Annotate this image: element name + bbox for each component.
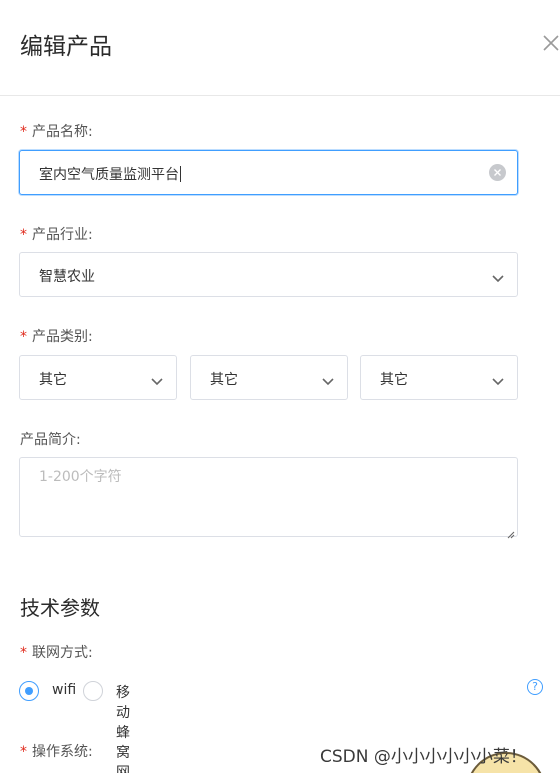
tech-section-title: 技术参数: [20, 596, 100, 620]
intro-label: 产品简介:: [20, 432, 81, 448]
category-label: * 产品类别:: [20, 326, 93, 346]
required-mark: *: [20, 124, 27, 140]
network-label-text: 联网方式:: [32, 645, 93, 661]
required-mark: *: [20, 329, 27, 345]
radio-wifi-label[interactable]: wifi: [52, 682, 76, 698]
intro-placeholder: 1-200个字符: [39, 469, 122, 485]
required-mark: *: [20, 645, 27, 661]
dialog-header: 编辑产品: [0, 0, 560, 96]
os-label-text: 操作系统:: [32, 744, 93, 760]
category-select-3[interactable]: 其它: [360, 355, 518, 400]
chevron-down-icon: [491, 372, 505, 386]
network-label: * 联网方式:: [20, 642, 93, 662]
product-name-label: * 产品名称:: [20, 121, 93, 141]
resize-handle-icon[interactable]: [505, 524, 515, 539]
product-name-value: 室内空气质量监测平台: [39, 164, 181, 184]
category-value-3: 其它: [380, 372, 408, 388]
product-name-input[interactable]: 室内空气质量监测平台: [19, 150, 518, 195]
chevron-down-icon: [491, 269, 505, 283]
category-value-2: 其它: [210, 372, 238, 388]
category-select-1[interactable]: 其它: [19, 355, 177, 400]
os-label: * 操作系统:: [20, 741, 93, 761]
help-icon[interactable]: ?: [527, 679, 543, 695]
radio-cellular[interactable]: [83, 681, 103, 701]
dialog-title: 编辑产品: [20, 34, 112, 60]
required-mark: *: [20, 744, 27, 760]
industry-value: 智慧农业: [39, 269, 95, 285]
required-mark: *: [20, 227, 27, 243]
radio-wifi[interactable]: [19, 681, 39, 701]
product-name-value-text: 室内空气质量监测平台: [39, 167, 179, 183]
industry-label: * 产品行业:: [20, 224, 93, 244]
category-select-2[interactable]: 其它: [190, 355, 348, 400]
watermark: CSDN @小小小小小小菜！: [320, 747, 527, 767]
chevron-down-icon: [321, 372, 335, 386]
category-value-1: 其它: [39, 372, 67, 388]
text-caret: [180, 166, 181, 182]
radio-cellular-label[interactable]: 移动蜂窝网络: [116, 682, 130, 773]
chevron-down-icon: [150, 372, 164, 386]
industry-select[interactable]: 智慧农业: [19, 252, 518, 297]
industry-label-text: 产品行业:: [32, 227, 93, 243]
product-name-label-text: 产品名称:: [32, 124, 93, 140]
category-label-text: 产品类别:: [32, 329, 93, 345]
intro-textarea[interactable]: 1-200个字符: [19, 457, 518, 539]
close-icon[interactable]: [541, 33, 560, 53]
clear-icon[interactable]: [489, 164, 506, 181]
